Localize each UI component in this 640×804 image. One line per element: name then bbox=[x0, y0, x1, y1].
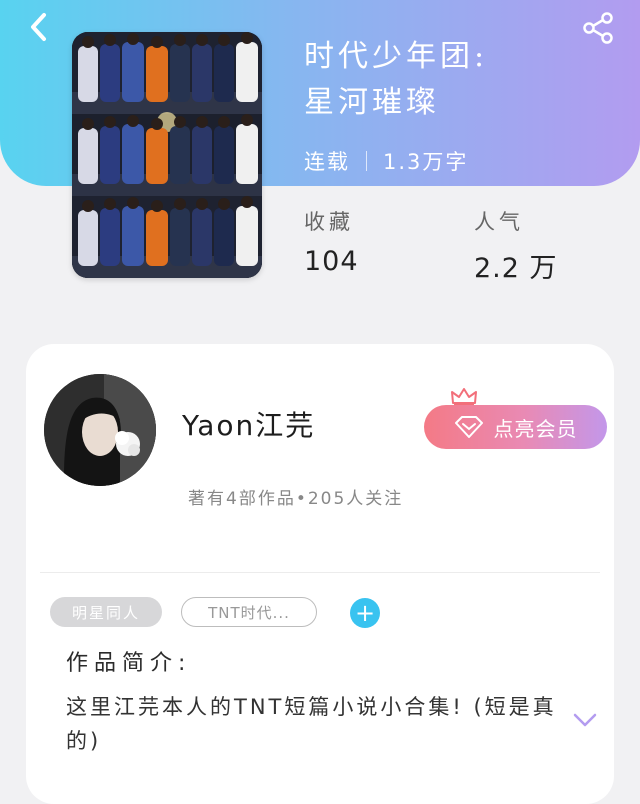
popularity-value: 2.2 万 bbox=[474, 253, 558, 284]
favorites-label: 收藏 bbox=[304, 210, 354, 234]
diamond-icon bbox=[454, 416, 483, 438]
book-title-line1: 时代少年团: bbox=[304, 39, 489, 74]
tag-celebrity-fanfic[interactable]: 明星同人 bbox=[50, 597, 162, 627]
favorites-value: 104 bbox=[304, 246, 359, 277]
back-button[interactable] bbox=[22, 10, 56, 44]
serial-status: 连载 bbox=[304, 150, 350, 174]
member-button[interactable]: 点亮会员 bbox=[424, 405, 607, 449]
book-title: 时代少年团: 星河璀璨 bbox=[304, 34, 604, 126]
intro-title: 作品简介: bbox=[66, 651, 192, 676]
member-button-label: 点亮会员 bbox=[493, 416, 578, 441]
book-cover[interactable] bbox=[72, 32, 262, 278]
add-tag-button[interactable]: + bbox=[350, 598, 380, 628]
avatar-photo bbox=[44, 374, 156, 486]
plus-icon: + bbox=[354, 599, 376, 627]
book-title-line2: 星河璀璨 bbox=[304, 85, 440, 120]
author-name[interactable]: Yaon江芫 bbox=[182, 404, 315, 444]
back-arrow-icon bbox=[31, 13, 46, 41]
meta-divider bbox=[366, 151, 367, 171]
book-meta: 连载 1.3万字 bbox=[304, 146, 468, 176]
crown-icon bbox=[451, 388, 477, 406]
popularity-label: 人气 bbox=[474, 210, 524, 234]
author-stats: 著有4部作品•205人关注 bbox=[188, 489, 404, 509]
chevron-down-icon[interactable] bbox=[572, 710, 598, 730]
section-divider bbox=[40, 572, 600, 573]
author-avatar[interactable] bbox=[44, 374, 156, 486]
tag-tnt[interactable]: TNT时代... bbox=[181, 597, 317, 627]
cover-photo bbox=[72, 32, 262, 278]
word-count: 1.3万字 bbox=[383, 150, 469, 174]
intro-text: 这里江芫本人的TNT短篇小说小合集! (短是真的) bbox=[66, 695, 557, 753]
